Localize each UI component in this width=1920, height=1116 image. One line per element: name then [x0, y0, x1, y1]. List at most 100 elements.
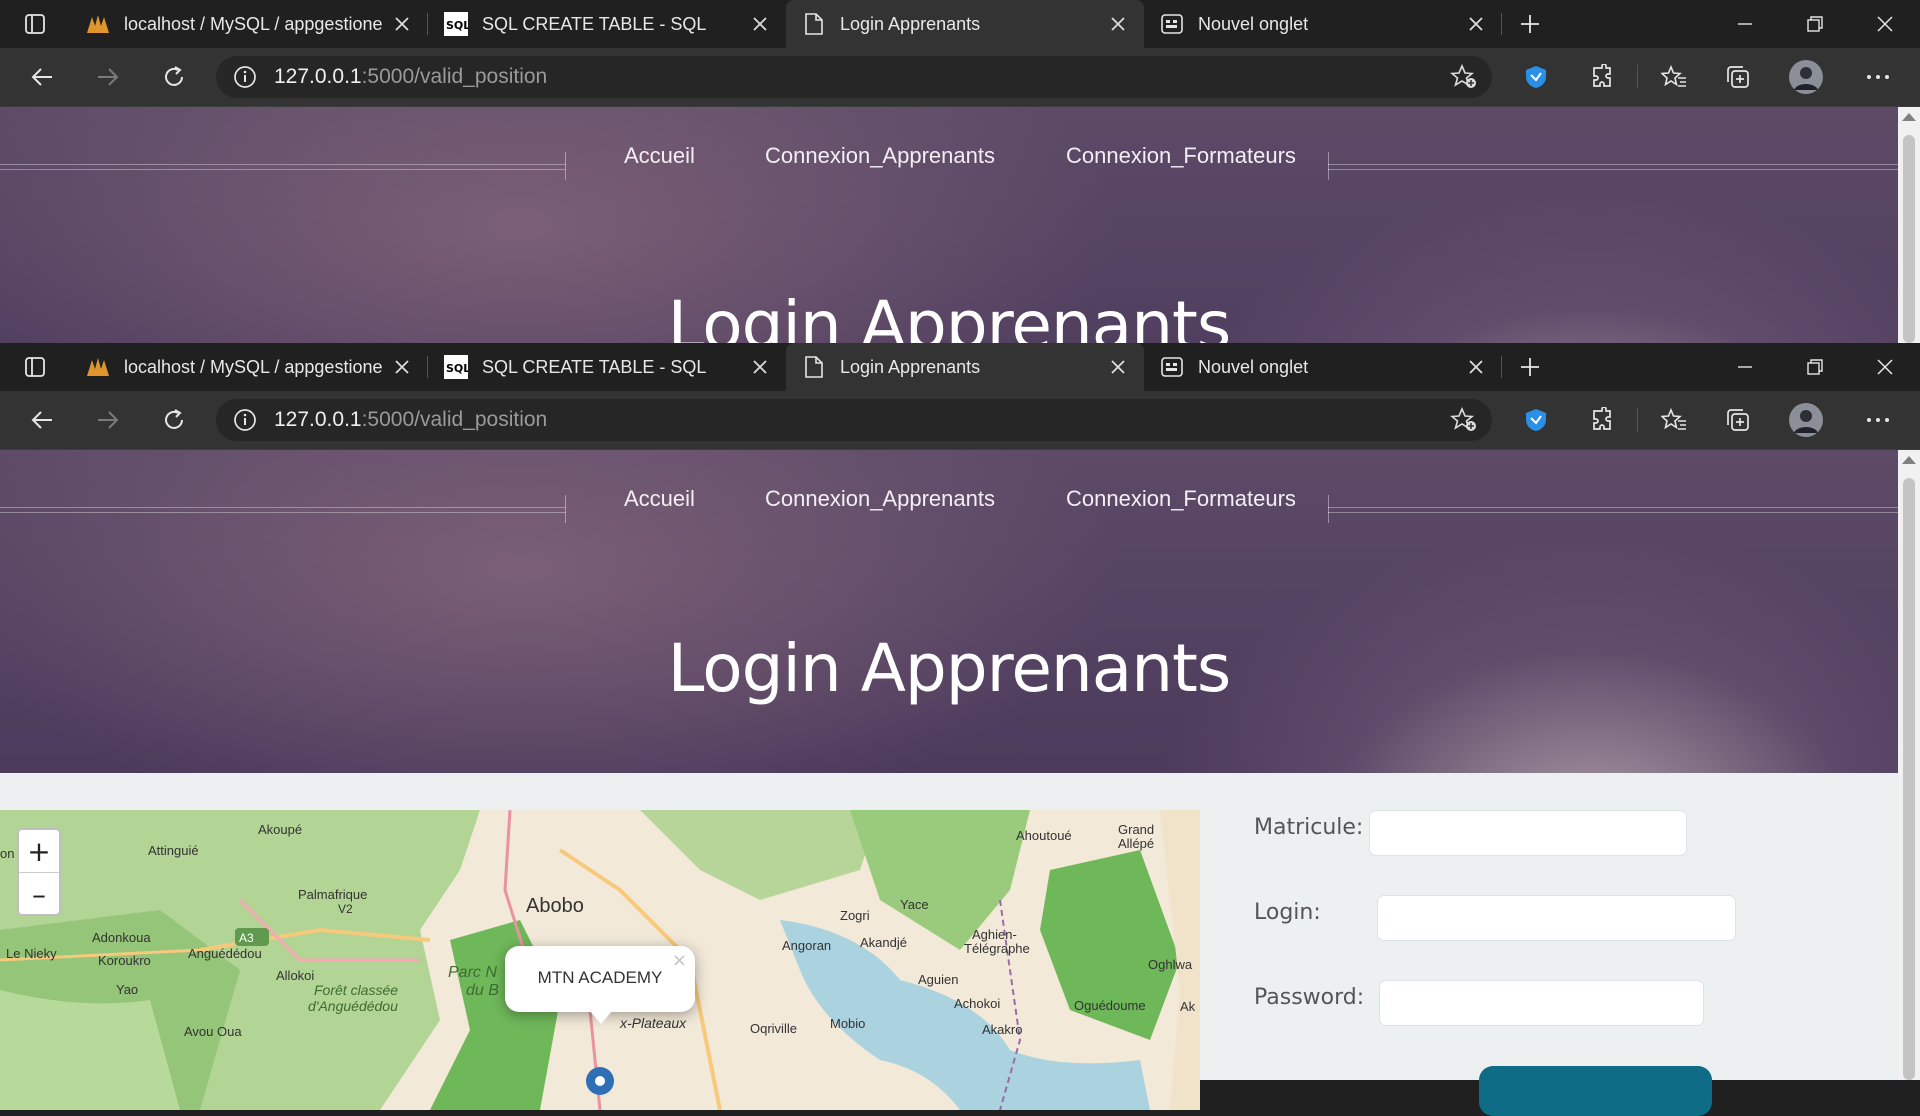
minimize-icon[interactable] — [1710, 343, 1780, 391]
nav-connexion-apprenants[interactable]: Connexion_Apprenants — [765, 486, 995, 512]
nav-accueil[interactable]: Accueil — [624, 143, 695, 169]
reload-icon[interactable] — [156, 402, 192, 438]
more-options-icon[interactable] — [1860, 59, 1896, 95]
tab-phpmyadmin[interactable]: localhost / MySQL / appgestione — [70, 343, 428, 391]
site-info-icon[interactable] — [216, 65, 274, 89]
forward-icon[interactable] — [90, 402, 126, 438]
restore-icon[interactable] — [1780, 343, 1850, 391]
close-tab-icon[interactable] — [1106, 12, 1130, 36]
nav-connexion-formateurs[interactable]: Connexion_Formateurs — [1066, 143, 1296, 169]
map-label: Anguédédou — [188, 946, 262, 961]
more-options-icon[interactable] — [1860, 402, 1896, 438]
map-label: Palmafrique — [298, 887, 368, 902]
add-favorite-icon[interactable] — [1449, 63, 1478, 94]
minimize-icon[interactable] — [1710, 0, 1780, 48]
sql-icon: SQL — [444, 12, 468, 36]
tab-phpmyadmin[interactable]: localhost / MySQL / appgestione — [70, 0, 428, 48]
map-zoom-control: + – — [17, 828, 61, 916]
extension-shield-icon[interactable] — [1518, 402, 1554, 438]
map-popup: MTN ACADEMY × — [505, 946, 695, 1024]
page-content: Accueil Connexion_Apprenants Connexion_F… — [0, 107, 1898, 343]
submit-button[interactable] — [1479, 1066, 1712, 1116]
tab-label: SQL CREATE TABLE - SQL — [482, 356, 707, 377]
scrollbar[interactable] — [1898, 107, 1920, 343]
close-tab-icon[interactable] — [1106, 355, 1130, 379]
new-tab-button[interactable] — [1502, 343, 1558, 391]
svg-text:SQL: SQL — [446, 19, 468, 32]
map-label: Yace — [900, 897, 929, 912]
restore-icon[interactable] — [1780, 0, 1850, 48]
tab-nouvel-onglet[interactable]: Nouvel onglet — [1144, 343, 1502, 391]
map-label: Le Nieky — [6, 946, 57, 961]
tab-login-apprenants[interactable]: Login Apprenants — [786, 343, 1144, 391]
close-window-icon[interactable] — [1850, 0, 1920, 48]
site-info-icon[interactable] — [216, 408, 274, 432]
tab-label: Login Apprenants — [840, 13, 981, 34]
login-label: Login: — [1254, 900, 1321, 925]
reload-icon[interactable] — [156, 59, 192, 95]
back-icon[interactable] — [24, 402, 60, 438]
address-bar[interactable]: 127.0.0.1:5000/valid_position — [216, 56, 1492, 98]
profile-avatar-icon[interactable] — [1788, 59, 1824, 95]
map-label: Télégraphe — [964, 941, 1030, 956]
tab-sql-create-table[interactable]: SQL SQL CREATE TABLE - SQL — [428, 0, 786, 48]
map-label: x-Plateaux — [620, 1015, 687, 1031]
close-tab-icon[interactable] — [748, 12, 772, 36]
main-nav: Accueil Connexion_Apprenants Connexion_F… — [0, 486, 1898, 526]
collections-icon[interactable] — [1720, 59, 1756, 95]
map-label: Allépé — [1118, 836, 1155, 851]
map-label: Abobo — [526, 895, 584, 917]
extensions-icon[interactable] — [1584, 59, 1620, 95]
map-label: du B — [466, 982, 499, 999]
nav-connexion-formateurs[interactable]: Connexion_Formateurs — [1066, 486, 1296, 512]
tab-login-apprenants[interactable]: Login Apprenants — [786, 0, 1144, 48]
page-title: Login Apprenants — [667, 287, 1232, 343]
tab-actions-icon[interactable] — [0, 343, 70, 391]
map-label: Yao — [116, 982, 139, 997]
tab-label: Nouvel onglet — [1198, 13, 1309, 34]
close-tab-icon[interactable] — [390, 12, 414, 36]
map-label: Grand — [1118, 822, 1155, 837]
close-tab-icon[interactable] — [1464, 355, 1488, 379]
forward-icon[interactable] — [90, 59, 126, 95]
matricule-input[interactable] — [1369, 810, 1687, 856]
tab-sql-create-table[interactable]: SQL SQL CREATE TABLE - SQL — [428, 343, 786, 391]
extension-shield-icon[interactable] — [1518, 59, 1554, 95]
zoom-in-button[interactable]: + — [19, 830, 59, 873]
password-label: Password: — [1254, 985, 1365, 1010]
popup-close-icon[interactable]: × — [672, 950, 687, 971]
hero-banner: Accueil Connexion_Apprenants Connexion_F… — [0, 107, 1898, 343]
tab-nouvel-onglet[interactable]: Nouvel onglet — [1144, 0, 1502, 48]
newtab-page-icon — [1160, 12, 1184, 36]
profile-avatar-icon[interactable] — [1788, 402, 1824, 438]
close-tab-icon[interactable] — [748, 355, 772, 379]
new-tab-button[interactable] — [1502, 0, 1558, 48]
nav-accueil[interactable]: Accueil — [624, 486, 695, 512]
address-bar[interactable]: 127.0.0.1:5000/valid_position — [216, 399, 1492, 441]
map-label: Aghien- — [972, 927, 1017, 942]
back-icon[interactable] — [24, 59, 60, 95]
close-window-icon[interactable] — [1850, 343, 1920, 391]
map-label: Akakro — [982, 1022, 1023, 1037]
map-label: Akandjé — [860, 935, 907, 950]
close-tab-icon[interactable] — [390, 355, 414, 379]
toolbar: 127.0.0.1:5000/valid_position — [0, 48, 1920, 107]
extensions-icon[interactable] — [1584, 402, 1620, 438]
map[interactable]: Akoupé Attinguié Palmafrique V2 A3 Abobo… — [0, 810, 1200, 1110]
favorites-icon[interactable] — [1656, 402, 1692, 438]
login-input[interactable] — [1377, 895, 1736, 941]
map-label: Oghlwa — [1148, 957, 1193, 972]
browser-window-back: localhost / MySQL / appgestione SQL SQL … — [0, 0, 1920, 343]
newtab-page-icon — [1160, 355, 1184, 379]
tab-actions-icon[interactable] — [0, 0, 70, 48]
collections-icon[interactable] — [1720, 402, 1756, 438]
add-favorite-icon[interactable] — [1449, 406, 1478, 437]
content-area: Akoupé Attinguié Palmafrique V2 A3 Abobo… — [0, 773, 1898, 1116]
nav-connexion-apprenants[interactable]: Connexion_Apprenants — [765, 143, 995, 169]
zoom-out-button[interactable]: – — [19, 873, 59, 915]
scrollbar[interactable] — [1898, 450, 1920, 1080]
svg-text:SQL: SQL — [446, 362, 468, 375]
password-input[interactable] — [1379, 980, 1704, 1026]
close-tab-icon[interactable] — [1464, 12, 1488, 36]
favorites-icon[interactable] — [1656, 59, 1692, 95]
